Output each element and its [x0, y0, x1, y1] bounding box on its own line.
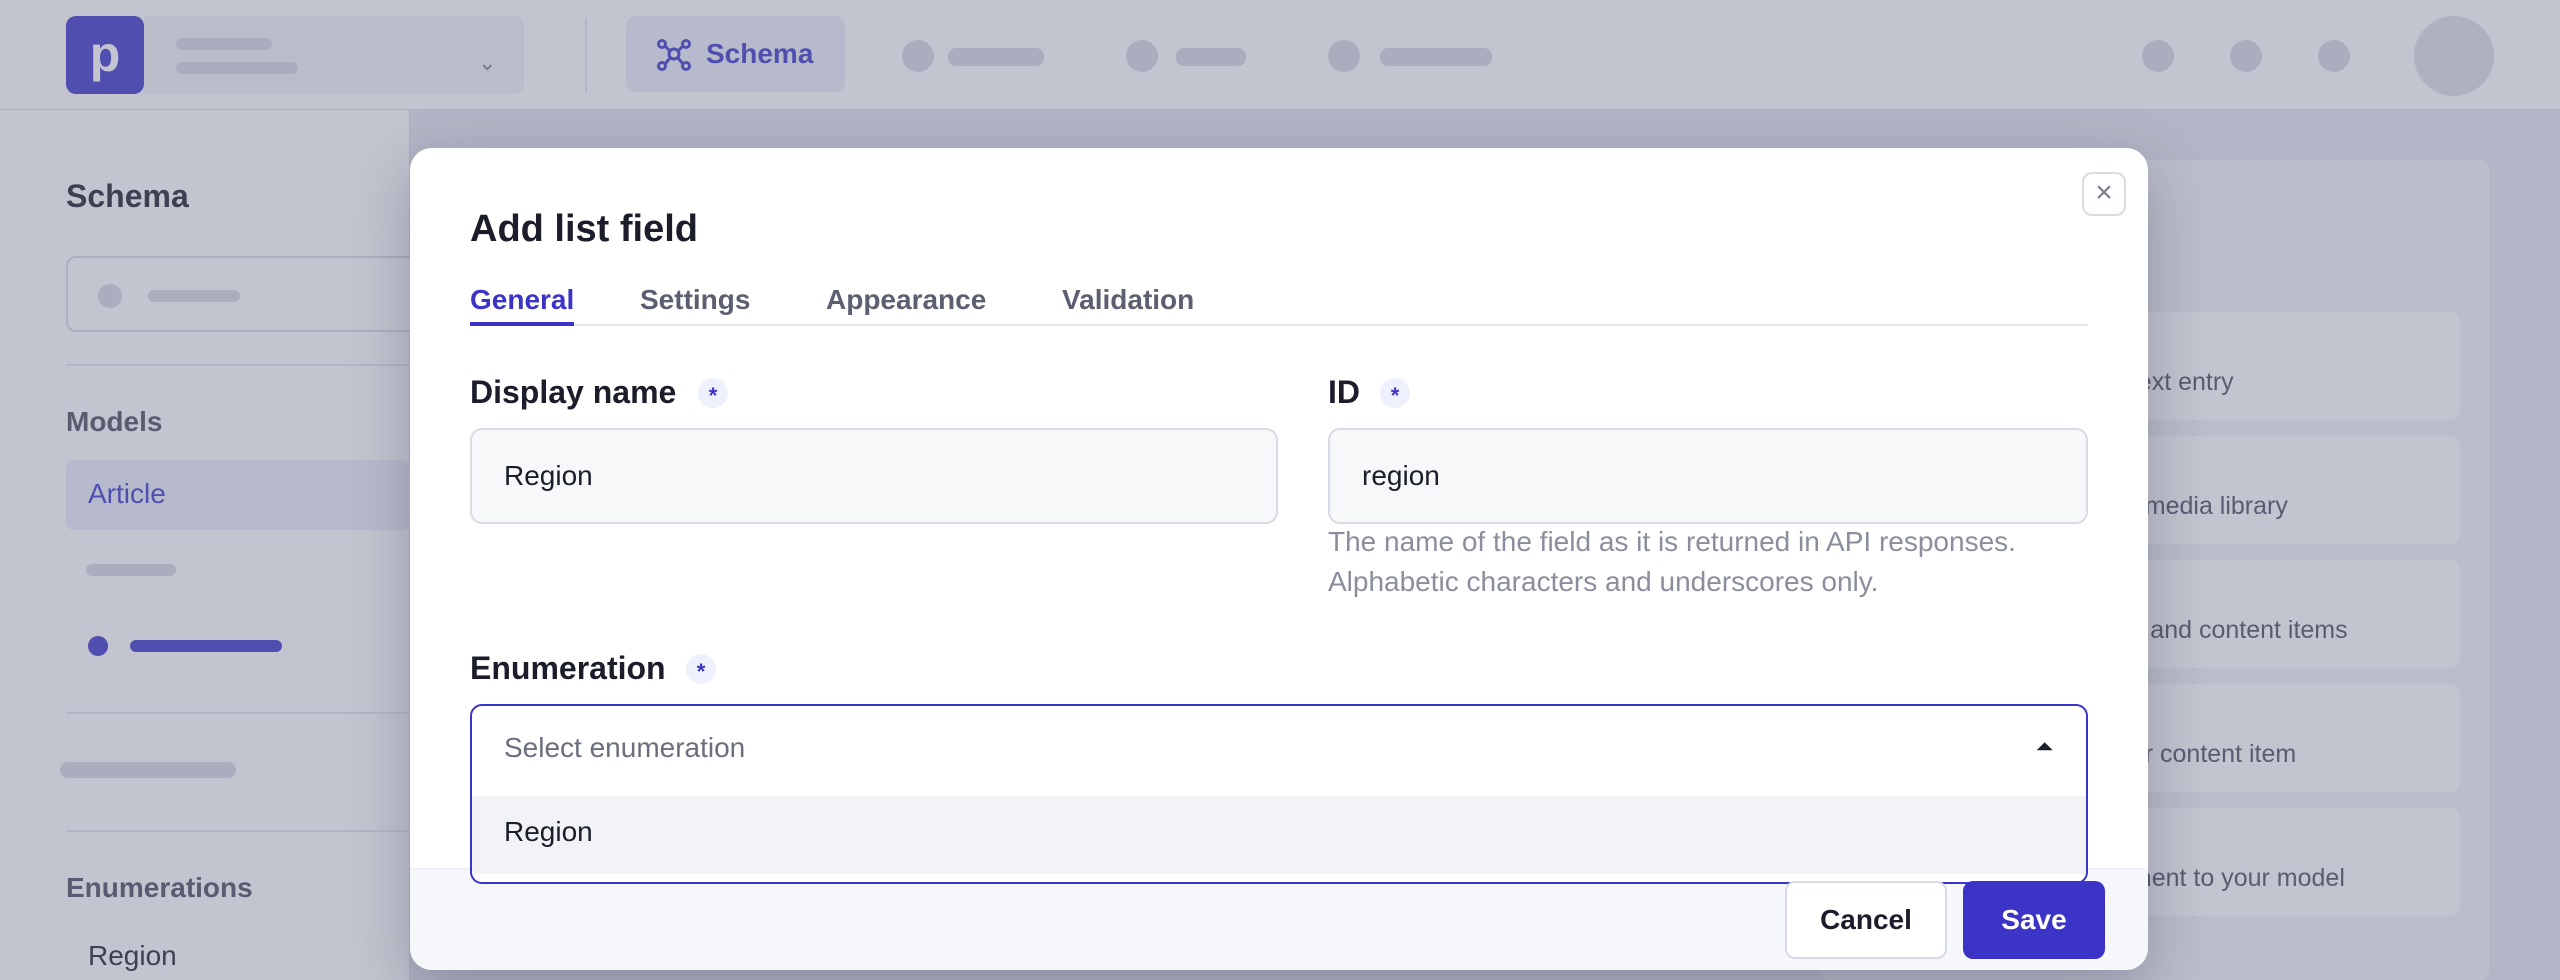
tab-validation[interactable]: Validation — [1062, 284, 1194, 326]
enumeration-select[interactable]: Select enumeration ⏶ Region — [470, 704, 2088, 884]
tab-general[interactable]: General — [470, 284, 575, 326]
chevron-up-icon[interactable]: ⏶ — [2036, 734, 2054, 760]
id-hint: The name of the field as it is returned … — [1328, 526, 2016, 597]
tab-appearance[interactable]: Appearance — [826, 284, 986, 326]
required-badge: * — [686, 654, 716, 684]
enumeration-placeholder: Select enumeration — [504, 732, 746, 763]
id-label: ID — [1328, 374, 1360, 410]
tab-settings[interactable]: Settings — [640, 284, 750, 326]
enumeration-option-label: Region — [504, 816, 593, 847]
cancel-button[interactable]: Cancel — [1785, 881, 1947, 959]
close-icon[interactable]: × — [2082, 172, 2126, 216]
id-input[interactable]: region — [1328, 428, 2088, 524]
add-list-field-dialog: × Add list field General Settings Appear… — [410, 148, 2148, 970]
modal-title: Add list field — [470, 208, 698, 250]
required-badge: * — [1380, 378, 1410, 408]
enumeration-label: Enumeration — [470, 650, 666, 686]
enumeration-option[interactable]: Region — [472, 796, 2086, 874]
save-button[interactable]: Save — [1963, 881, 2105, 959]
display-name-input[interactable]: Region — [470, 428, 1278, 524]
display-name-label: Display name — [470, 374, 677, 410]
field-tabs: General Settings Appearance Validation — [470, 284, 2088, 326]
required-badge: * — [698, 378, 728, 408]
